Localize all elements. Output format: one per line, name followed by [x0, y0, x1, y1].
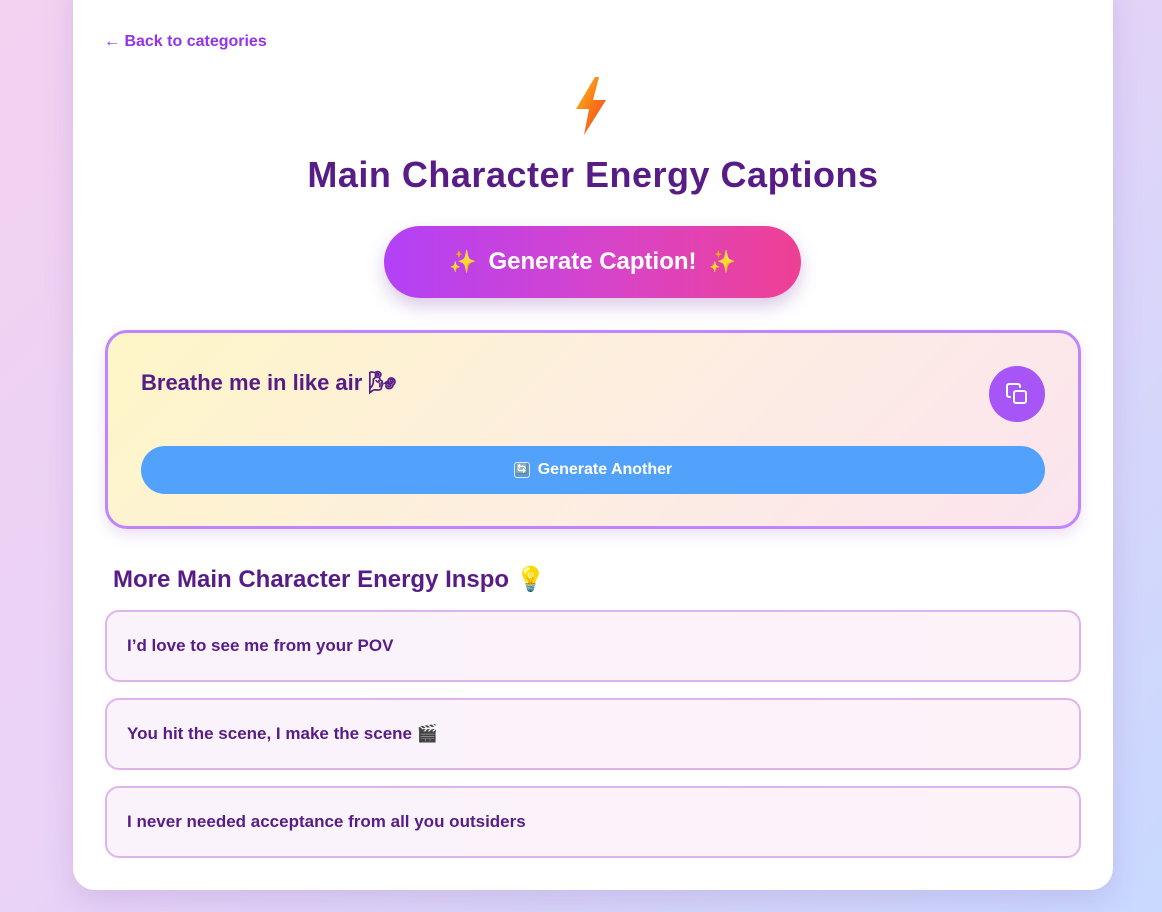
caption-text: Breathe me in like air 🌬: [141, 370, 397, 395]
sparkle-icon: ✨: [708, 249, 736, 274]
refresh-icon: 🔄: [513, 462, 530, 478]
copy-icon: [1006, 383, 1027, 404]
inspo-item[interactable]: I’d love to see me from your POV: [105, 610, 1081, 682]
lightning-bolt-icon: [576, 77, 606, 135]
generate-caption-label: Generate Caption!: [488, 248, 697, 275]
inspo-item[interactable]: I never needed acceptance from all you o…: [105, 786, 1081, 858]
copy-button[interactable]: [989, 366, 1045, 422]
page-title: Main Character Energy Captions: [307, 154, 879, 195]
sparkle-icon: ✨: [449, 249, 477, 274]
back-to-categories-link[interactable]: ← Back to categories: [104, 33, 267, 51]
generate-another-label: Generate Another: [537, 461, 673, 478]
main-card: ← Back to categories Main Character Ener…: [73, 0, 1113, 890]
generate-another-button[interactable]: 🔄 Generate Another: [141, 446, 1045, 494]
caption-card: Breathe me in like air 🌬 🔄 Generate Anot…: [105, 330, 1081, 529]
generate-caption-button[interactable]: ✨ Generate Caption! ✨: [384, 226, 801, 298]
inspo-item[interactable]: You hit the scene, I make the scene 🎬: [105, 698, 1081, 770]
inspo-section-title: More Main Character Energy Inspo 💡: [113, 566, 546, 593]
